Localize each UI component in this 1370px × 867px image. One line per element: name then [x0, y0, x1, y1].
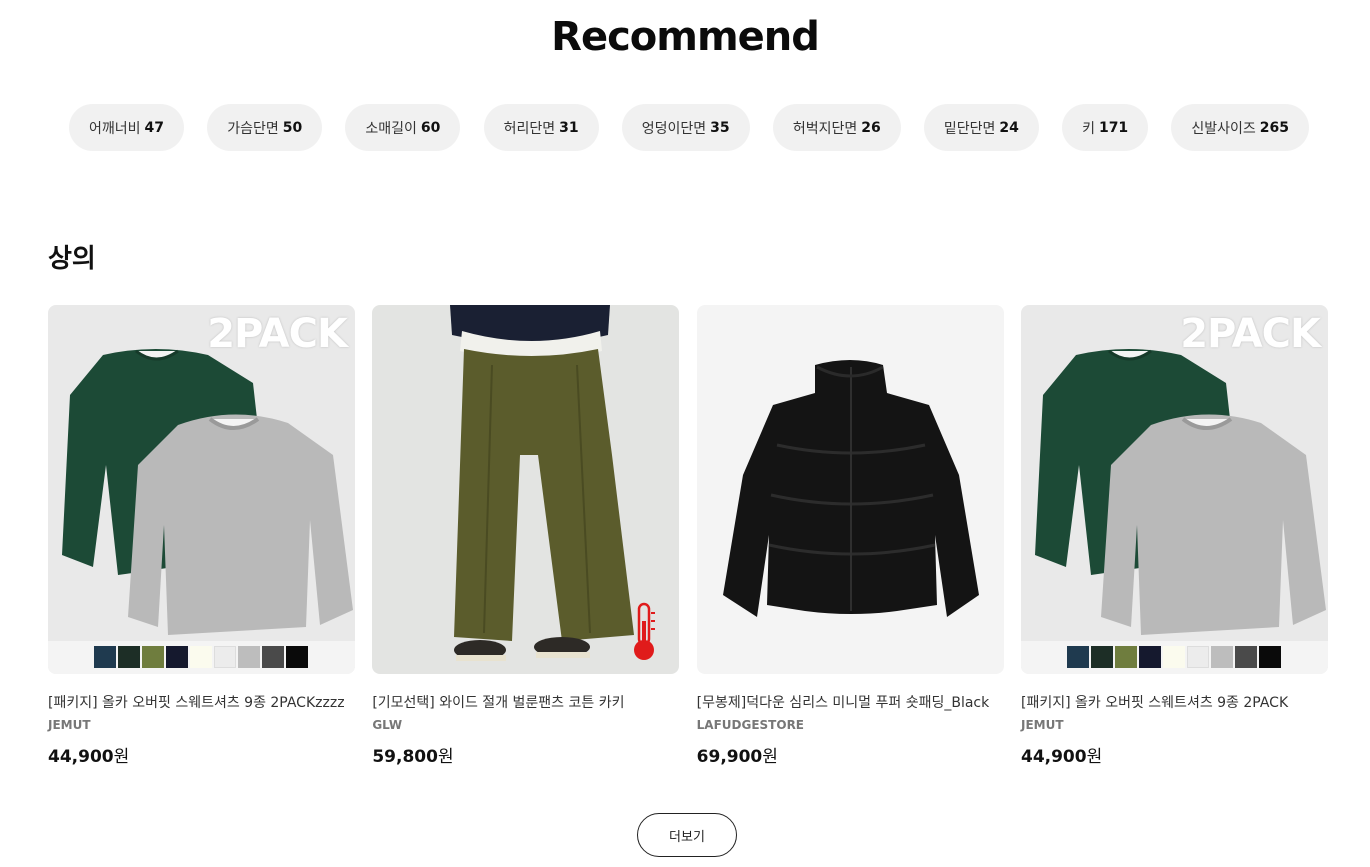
size-chip-shoe[interactable]: 신발사이즈 265 — [1171, 104, 1309, 151]
chip-label: 허벅지단면 — [792, 120, 858, 137]
product-image[interactable] — [696, 305, 1004, 674]
more-button[interactable]: 더보기 — [637, 813, 737, 857]
color-swatch[interactable] — [94, 646, 116, 668]
price-currency: 원 — [113, 747, 130, 767]
chip-label: 어깨너비 — [89, 120, 141, 137]
badge-2pack: 2PACK — [1180, 311, 1321, 357]
price-currency: 원 — [437, 747, 454, 767]
color-swatch[interactable] — [262, 646, 284, 668]
chip-value: 265 — [1259, 119, 1289, 136]
size-chip-sleeve[interactable]: 소매길이 60 — [345, 104, 461, 151]
product-price: 59,800원 — [372, 742, 679, 767]
color-swatch[interactable] — [1066, 646, 1089, 668]
color-swatch[interactable] — [118, 646, 140, 668]
chip-label: 허리단면 — [503, 120, 556, 137]
product-brand[interactable]: LAFUDGESTORE — [697, 718, 1004, 732]
thermometer-icon — [634, 602, 656, 660]
chip-value: 171 — [1098, 119, 1129, 136]
color-swatch[interactable] — [190, 646, 212, 668]
product-card[interactable]: 2PACK [패키지] 올카 오버핏 스웨트셔츠 9종 2PACKzzzz JE… — [48, 305, 355, 767]
color-swatch[interactable] — [1186, 646, 1209, 668]
product-price: 69,900원 — [697, 742, 1004, 767]
color-swatch[interactable] — [1138, 646, 1161, 668]
page-title: Recommend — [551, 14, 820, 60]
color-swatch[interactable] — [1210, 646, 1233, 668]
color-swatch[interactable] — [1090, 646, 1113, 668]
product-name[interactable]: [기모선택] 와이드 절개 벌룬팬츠 코튼 카키 — [372, 692, 679, 712]
price-value: 59,800 — [372, 747, 438, 767]
price-value: 44,900 — [48, 747, 114, 767]
price-currency: 원 — [762, 747, 778, 767]
chip-label: 소매길이 — [365, 120, 417, 137]
chip-label: 엉덩이단면 — [641, 120, 707, 137]
size-chip-hip[interactable]: 엉덩이단면 35 — [621, 104, 750, 151]
color-swatch[interactable] — [142, 646, 164, 668]
product-image[interactable] — [372, 305, 680, 674]
chip-value: 47 — [144, 119, 165, 136]
price-value: 69,900 — [696, 747, 763, 767]
color-swatch[interactable] — [166, 646, 188, 668]
color-swatch[interactable] — [1114, 646, 1137, 668]
size-chip-hem[interactable]: 밑단단면 24 — [923, 104, 1039, 151]
price-currency: 원 — [1086, 747, 1103, 767]
chip-value: 31 — [559, 119, 579, 136]
product-brand[interactable]: JEMUT — [1021, 718, 1328, 732]
chip-label: 가슴단면 — [227, 120, 279, 137]
price-value: 44,900 — [1020, 747, 1087, 767]
size-chip-chest[interactable]: 가슴단면 50 — [207, 104, 323, 151]
product-card[interactable]: [무봉제]덕다운 심리스 미니멀 푸퍼 숏패딩_Black LAFUDGESTO… — [696, 305, 1004, 767]
chip-label: 신발사이즈 — [1191, 120, 1256, 137]
color-swatch[interactable] — [286, 646, 308, 668]
badge-2pack: 2PACK — [207, 311, 348, 357]
color-swatch-list — [1066, 646, 1281, 668]
chip-label: 밑단단면 — [943, 120, 996, 137]
product-price: 44,900원 — [1021, 742, 1328, 767]
chip-value: 26 — [861, 119, 881, 136]
size-chip-height[interactable]: 키 171 — [1062, 104, 1149, 151]
chip-value: 24 — [999, 119, 1019, 136]
size-chip-list: 어깨너비 47 가슴단면 50 소매길이 60 허리단면 31 엉덩이단면 35 허벅지단… — [69, 104, 1309, 151]
chip-value: 35 — [710, 119, 730, 136]
product-brand[interactable]: GLW — [372, 718, 679, 732]
chip-label: 키 — [1082, 120, 1095, 137]
product-list: 2PACK [패키지] 올카 오버핏 스웨트셔츠 9종 2PACKzzzz JE… — [48, 305, 1328, 767]
section-title-tops: 상의 — [48, 244, 96, 274]
color-swatch-list — [94, 646, 308, 668]
product-name[interactable]: [패키지] 올카 오버핏 스웨트셔츠 9종 2PACK — [1021, 692, 1328, 712]
size-chip-shoulder[interactable]: 어깨너비 47 — [69, 104, 185, 151]
product-name[interactable]: [패키지] 올카 오버핏 스웨트셔츠 9종 2PACKzzzz — [48, 692, 355, 712]
product-name[interactable]: [무봉제]덕다운 심리스 미니멀 푸퍼 숏패딩_Black — [697, 692, 1004, 712]
product-card[interactable]: [기모선택] 와이드 절개 벌룬팬츠 코튼 카키 GLW 59,800원 — [372, 305, 680, 767]
size-chip-waist[interactable]: 허리단면 31 — [483, 104, 599, 151]
product-price: 44,900원 — [48, 742, 355, 767]
size-chip-thigh[interactable]: 허벅지단면 26 — [772, 104, 901, 151]
color-swatch[interactable] — [1234, 646, 1257, 668]
product-image[interactable]: 2PACK — [1020, 305, 1328, 674]
chip-value: 60 — [420, 119, 441, 136]
chip-value: 50 — [282, 119, 303, 136]
color-swatch[interactable] — [238, 646, 260, 668]
recommend-page: Recommend 어깨너비 47 가슴단면 50 소매길이 60 허리단면 31 엉덩… — [0, 0, 1370, 867]
color-swatch[interactable] — [214, 646, 236, 668]
color-swatch[interactable] — [1258, 646, 1281, 668]
product-brand[interactable]: JEMUT — [48, 718, 355, 732]
product-card[interactable]: 2PACK [패키지] 올카 오버핏 스웨트셔츠 9종 2PACK JEMUT … — [1020, 305, 1328, 767]
product-image[interactable]: 2PACK — [48, 305, 355, 674]
color-swatch[interactable] — [1162, 646, 1185, 668]
